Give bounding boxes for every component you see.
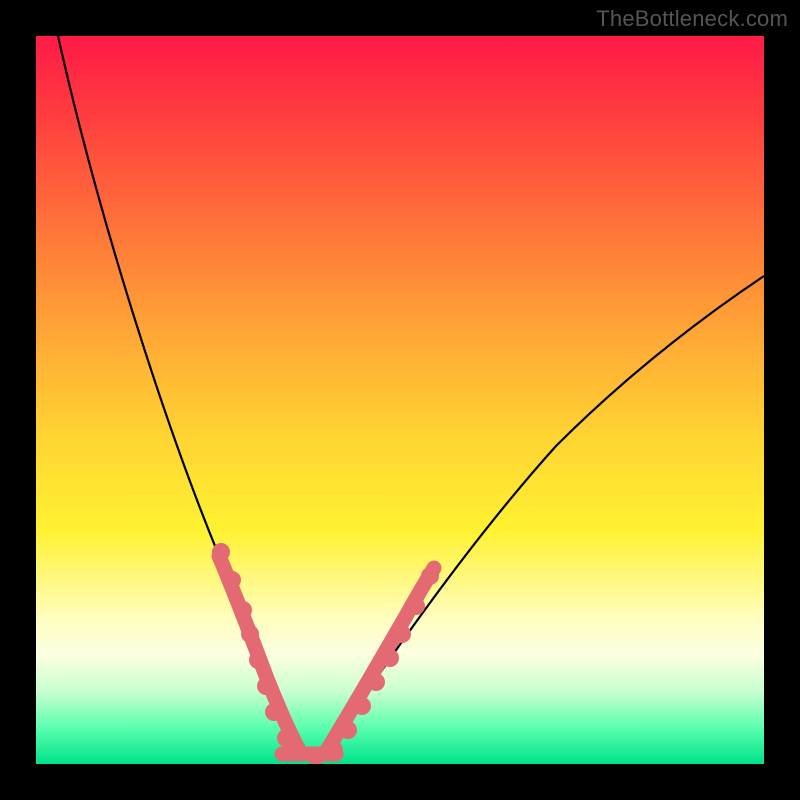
- dot: [241, 625, 259, 643]
- dot: [381, 649, 399, 667]
- dot: [249, 651, 267, 669]
- dot: [353, 697, 371, 715]
- dot: [421, 567, 439, 585]
- dot: [257, 677, 275, 695]
- chart-plot-area: [36, 36, 764, 764]
- dot: [325, 741, 343, 759]
- watermark-text: TheBottleneck.com: [596, 6, 788, 32]
- dot: [339, 721, 357, 739]
- chart-svg: [36, 36, 764, 764]
- dot: [367, 673, 385, 691]
- dot: [234, 601, 252, 619]
- dot: [393, 625, 411, 643]
- bottleneck-curve: [58, 36, 764, 757]
- dot: [212, 543, 230, 561]
- dot: [265, 703, 283, 721]
- dot: [407, 597, 425, 615]
- dot: [289, 743, 307, 761]
- dot: [223, 571, 241, 589]
- dot: [277, 729, 295, 747]
- chart-frame: TheBottleneck.com: [0, 0, 800, 800]
- highlight-dots: [212, 543, 439, 764]
